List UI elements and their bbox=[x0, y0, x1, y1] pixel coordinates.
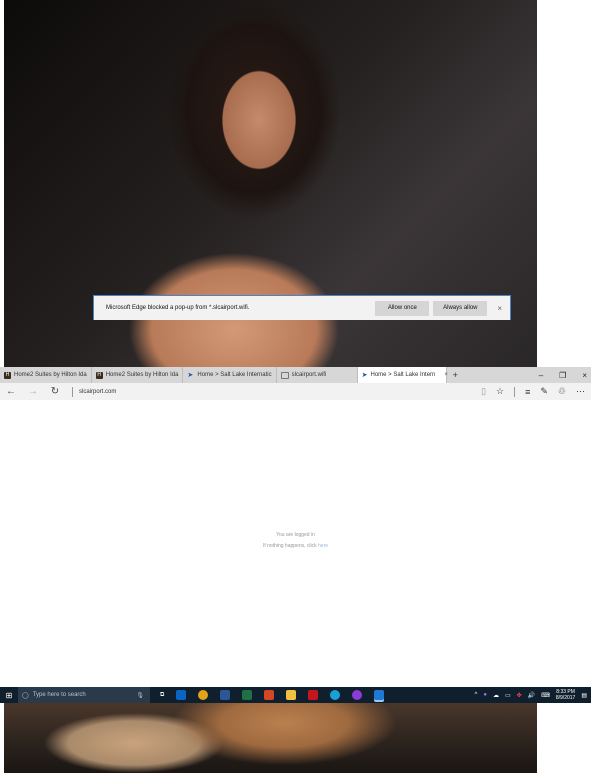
tab-salt-lake-active[interactable]: ➤ Home > Salt Lake Intern × bbox=[357, 367, 448, 383]
clock[interactable]: 8:33 PM 8/9/2017 bbox=[556, 689, 575, 701]
tab-bar: H Home2 Suites by Hilton Ida H Home2 Sui… bbox=[0, 367, 591, 383]
chrome-icon[interactable] bbox=[198, 690, 209, 700]
file-explorer-icon[interactable] bbox=[286, 690, 297, 700]
powerpoint-icon[interactable] bbox=[264, 690, 275, 700]
dropbox-icon[interactable]: ✤ bbox=[517, 692, 522, 699]
tab-title: slcairport.wifi bbox=[291, 372, 327, 378]
here-link[interactable]: here bbox=[318, 543, 328, 549]
web-note-icon[interactable]: ✎ bbox=[540, 386, 548, 397]
minimize-button[interactable]: – bbox=[539, 371, 543, 380]
refresh-icon[interactable]: ↻ bbox=[44, 386, 66, 397]
hub-icon[interactable]: ≡ bbox=[525, 387, 530, 397]
system-tray: ^ ● ☁ ▭ ✤ 🔊 ⌨ 8:33 PM 8/9/2017 ▤ bbox=[475, 689, 591, 701]
background-photo-bottom bbox=[4, 703, 537, 773]
onenote-tray-icon[interactable]: ● bbox=[483, 692, 487, 698]
close-icon[interactable]: × bbox=[497, 304, 502, 313]
taskbar-search-box[interactable]: ◯ Type here to search 🎙 bbox=[18, 687, 150, 703]
redirect-message: If nothing happens, click here bbox=[0, 543, 591, 549]
tab-title: Home2 Suites by Hilton Ida bbox=[105, 372, 179, 378]
tab-salt-lake-1[interactable]: ➤ Home > Salt Lake Internatic bbox=[183, 367, 277, 383]
tab-home2-suites-1[interactable]: H Home2 Suites by Hilton Ida bbox=[0, 367, 92, 383]
share-icon[interactable]: ♲ bbox=[558, 386, 566, 397]
taskbar-apps: ⧉ bbox=[160, 690, 385, 700]
windows-taskbar: ⊞ ◯ Type here to search 🎙 ⧉ ^ ● ☁ ▭ ✤ 🔊 … bbox=[0, 687, 591, 703]
tab-title: Home2 Suites by Hilton Ida bbox=[14, 372, 87, 378]
address-bar: ← → ↻ slcairport.com ▯ ☆ ≡ ✎ ♲ ⋯ bbox=[0, 383, 591, 400]
always-allow-button[interactable]: Always allow bbox=[433, 300, 488, 316]
divider bbox=[72, 386, 73, 397]
restore-button[interactable]: ❐ bbox=[559, 371, 566, 380]
word-icon[interactable] bbox=[220, 690, 231, 700]
acrobat-icon[interactable] bbox=[308, 690, 319, 700]
reading-view-icon[interactable]: ▯ bbox=[481, 386, 486, 397]
logged-in-message: You are logged in bbox=[276, 532, 315, 538]
clock-date: 8/9/2017 bbox=[555, 695, 576, 701]
popup-blocked-bar: Microsoft Edge blocked a pop-up from *.s… bbox=[93, 295, 511, 320]
window-close-button[interactable]: × bbox=[582, 371, 587, 380]
edge-browser-window: H Home2 Suites by Hilton Ida H Home2 Sui… bbox=[0, 367, 591, 687]
cortana-icon: ◯ bbox=[22, 692, 29, 699]
slc-airport-icon: ➤ bbox=[187, 371, 194, 379]
media-app-icon[interactable] bbox=[352, 690, 363, 700]
tab-title: Home > Salt Lake Internatic bbox=[197, 372, 272, 378]
keyboard-icon[interactable]: ⌨ bbox=[541, 692, 550, 699]
page-icon bbox=[280, 371, 289, 379]
excel-icon[interactable] bbox=[242, 690, 253, 700]
windows-start-icon[interactable]: ⊞ bbox=[0, 691, 18, 700]
chevron-up-icon[interactable]: ^ bbox=[475, 692, 478, 698]
toolbar-icons: ▯ ☆ ≡ ✎ ♲ ⋯ bbox=[481, 386, 591, 397]
tab-home2-suites-2[interactable]: H Home2 Suites by Hilton Ida bbox=[92, 367, 184, 383]
chrome-canary-icon[interactable] bbox=[330, 690, 341, 700]
notifications-icon[interactable]: ▤ bbox=[581, 692, 587, 699]
edge-icon[interactable] bbox=[374, 690, 385, 700]
tab-slcairport-wifi[interactable]: slcairport.wifi bbox=[277, 367, 358, 383]
window-controls: – ❐ × bbox=[539, 371, 591, 380]
tab-title: Home > Salt Lake Intern bbox=[370, 372, 436, 378]
outlook-icon[interactable] bbox=[176, 690, 187, 700]
favorite-star-icon[interactable]: ☆ bbox=[496, 386, 504, 397]
forward-icon[interactable]: → bbox=[22, 386, 44, 397]
search-placeholder: Type here to search bbox=[32, 692, 86, 698]
volume-icon[interactable]: 🔊 bbox=[528, 692, 535, 699]
hilton-icon: H bbox=[95, 371, 103, 379]
network-icon[interactable]: ☁ bbox=[493, 692, 499, 699]
back-icon[interactable]: ← bbox=[0, 386, 22, 397]
allow-once-button[interactable]: Allow once bbox=[375, 300, 430, 316]
slc-airport-icon: ➤ bbox=[361, 371, 368, 379]
page-content: You are logged in If nothing happens, cl… bbox=[0, 400, 591, 654]
more-icon[interactable]: ⋯ bbox=[576, 386, 585, 397]
divider bbox=[514, 386, 516, 397]
hilton-icon: H bbox=[4, 371, 11, 379]
battery-icon[interactable]: ▭ bbox=[505, 692, 511, 699]
new-tab-button[interactable]: + bbox=[447, 370, 464, 380]
microphone-icon[interactable]: 🎙 bbox=[136, 692, 144, 699]
url-field[interactable]: slcairport.com bbox=[79, 389, 116, 395]
popup-message: Microsoft Edge blocked a pop-up from *.s… bbox=[106, 305, 250, 311]
redirect-text: If nothing happens, click bbox=[262, 543, 317, 549]
task-view-icon[interactable]: ⧉ bbox=[160, 692, 164, 699]
